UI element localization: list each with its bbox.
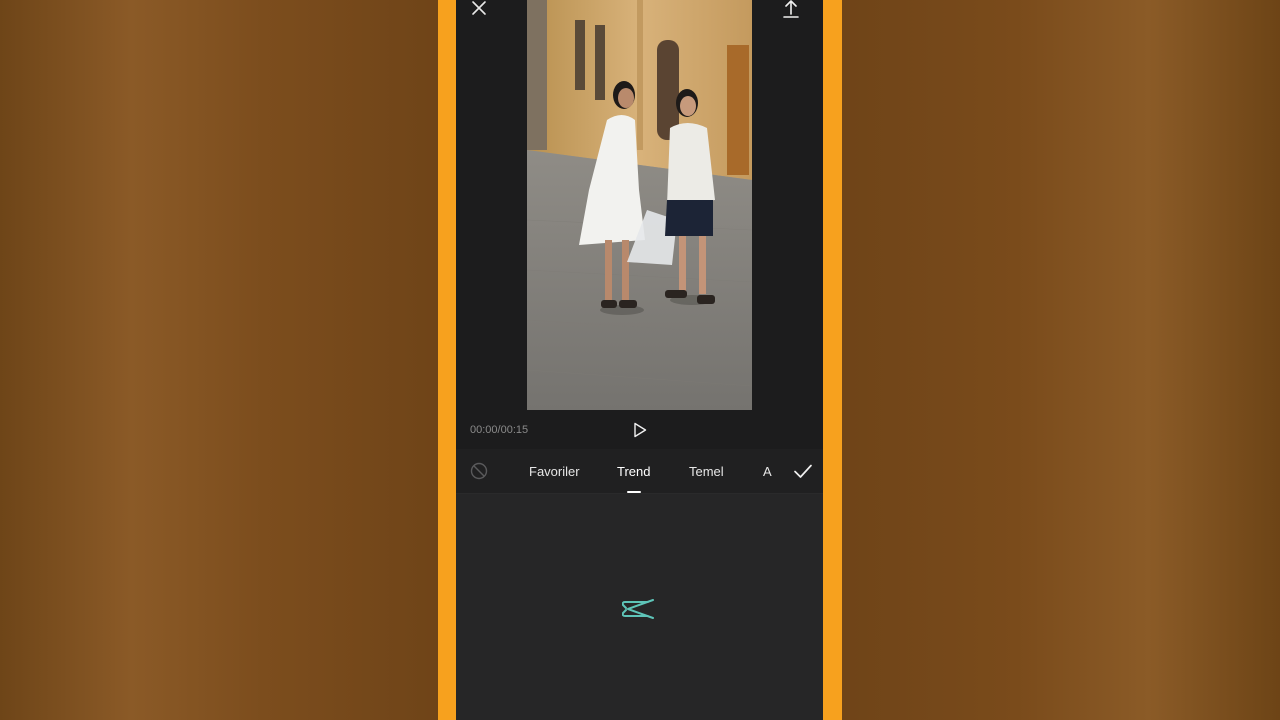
- video-frame-image: [527, 0, 752, 410]
- checkmark-icon: [794, 464, 812, 478]
- play-button[interactable]: [630, 420, 650, 440]
- tab-basic[interactable]: Temel: [689, 464, 724, 479]
- export-button[interactable]: [780, 0, 802, 20]
- editor-screen: 00:00/00:15 Favoriler Trend Temel A: [456, 0, 823, 720]
- video-preview[interactable]: [527, 0, 752, 410]
- play-icon: [634, 422, 647, 438]
- close-icon: [472, 1, 486, 15]
- no-effect-icon: [470, 462, 488, 480]
- no-effect-button[interactable]: [469, 461, 489, 481]
- background-left: [0, 0, 438, 720]
- tab-truncated[interactable]: A: [763, 464, 773, 479]
- capcut-logo-icon: [622, 599, 654, 619]
- active-tab-indicator: [627, 491, 641, 493]
- export-icon: [783, 0, 799, 18]
- effects-tab-bar: Favoriler Trend Temel A: [456, 449, 823, 494]
- confirm-button[interactable]: [792, 461, 814, 481]
- close-button[interactable]: [469, 0, 489, 18]
- tab-trend[interactable]: Trend: [617, 464, 650, 479]
- tab-favorites[interactable]: Favoriler: [529, 464, 580, 479]
- effects-panel: [456, 494, 823, 720]
- background-right: [842, 0, 1280, 720]
- playback-time: 00:00/00:15: [470, 424, 529, 436]
